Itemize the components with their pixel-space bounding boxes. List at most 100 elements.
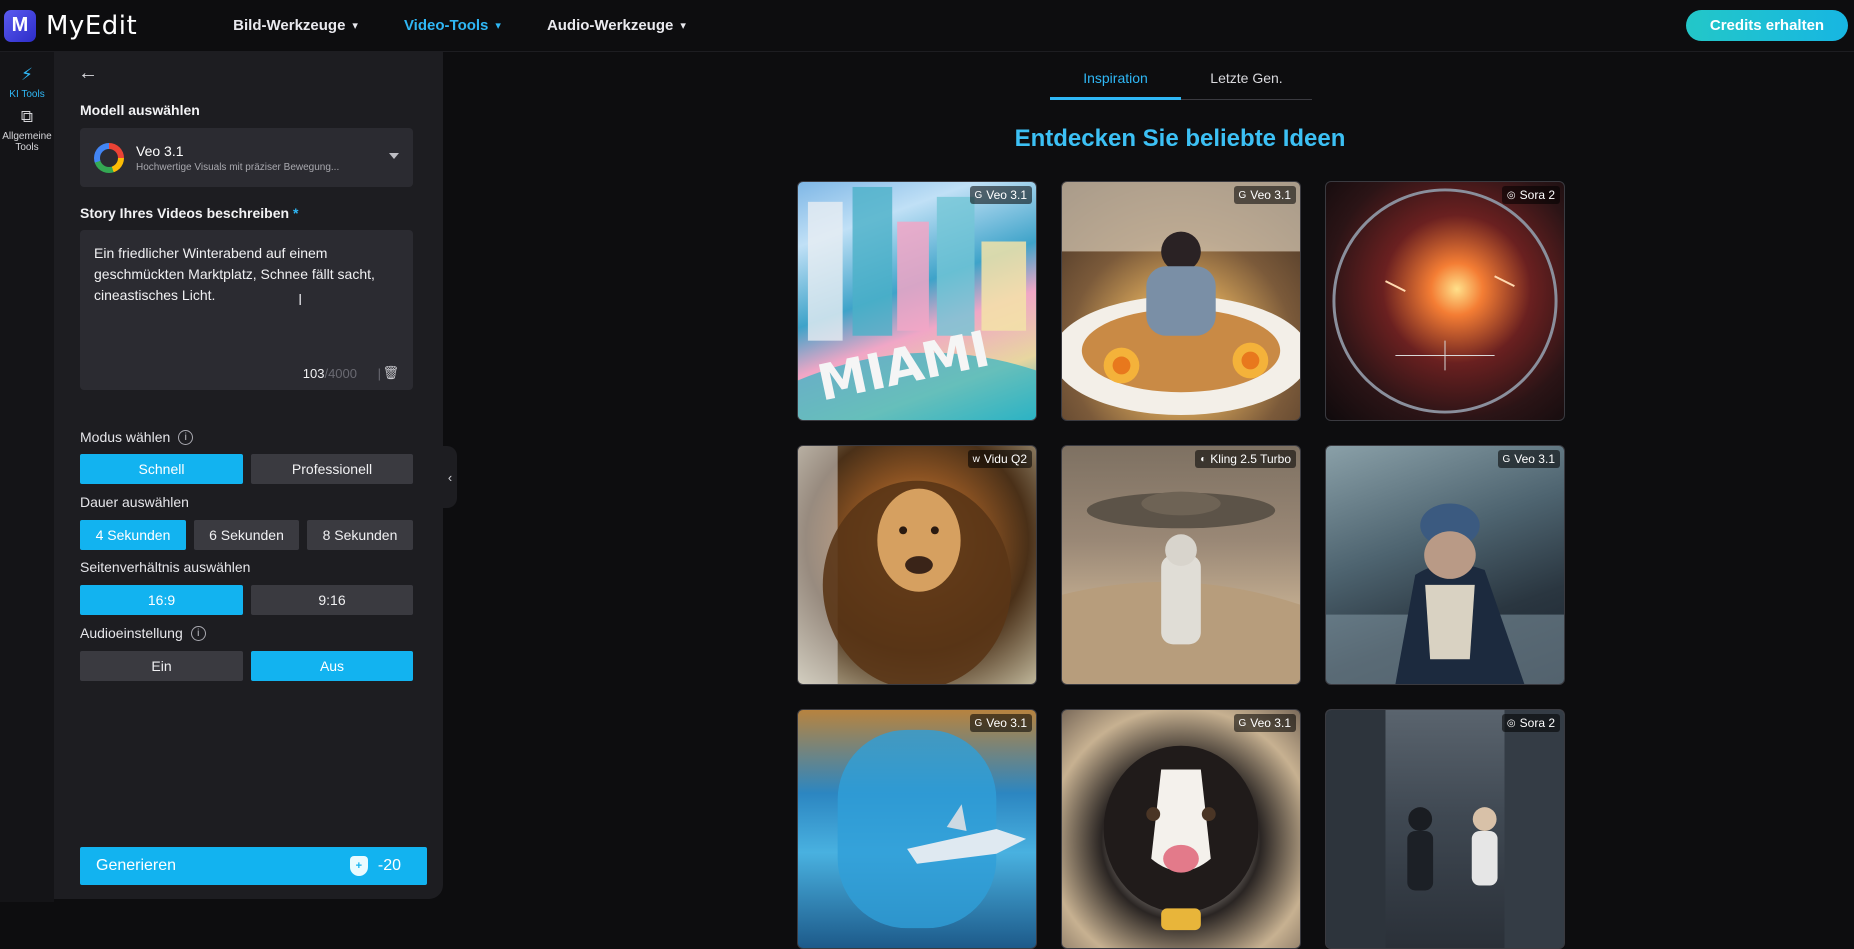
google-logo-icon: G <box>1502 453 1511 465</box>
card-thumbnail: MIAMI <box>798 186 1036 420</box>
inspiration-card[interactable]: ◐ Kling 2.5 Turbo <box>1061 445 1301 685</box>
chevron-down-icon: ▾ <box>352 20 358 32</box>
nav-image-tools-label: Bild-Werkzeuge <box>233 17 346 34</box>
model-badge: G Veo 3.1 <box>1233 186 1296 204</box>
character-counter: 103/4000 <box>303 366 357 381</box>
audio-on-button[interactable]: Ein <box>80 651 243 681</box>
rail-item-ai-tools[interactable]: ⚡ KI Tools <box>0 52 54 101</box>
required-mark: * <box>292 205 299 221</box>
back-arrow-icon[interactable]: ← <box>78 62 98 85</box>
model-badge-label: Sora 2 <box>1519 716 1555 730</box>
openai-logo-icon: ◎ <box>1506 189 1516 201</box>
model-badge: G Veo 3.1 <box>969 186 1032 204</box>
card-thumbnail <box>798 446 1012 684</box>
aspect-ratio-options: 16:9 9:16 <box>80 585 413 615</box>
google-logo-icon <box>94 142 124 173</box>
story-textarea[interactable]: Ein friedlicher Winterabend auf einem ge… <box>80 230 413 390</box>
mode-label-text: Modus wählen <box>80 429 171 445</box>
trash-icon[interactable]: 🗑 <box>382 365 399 381</box>
audio-label: Audioeinstellung i <box>80 625 206 641</box>
audio-off-button[interactable]: Aus <box>251 651 413 681</box>
model-badge-label: Vidu Q2 <box>983 452 1027 466</box>
app-logo[interactable]: M MyEdit <box>4 9 138 42</box>
model-badge-label: Sora 2 <box>1519 188 1555 202</box>
duration-6s-button[interactable]: 6 Sekunden <box>194 520 299 550</box>
generate-cost-value: -20 <box>377 857 401 874</box>
main-nav: Bild-Werkzeuge ▾ Video-Tools ▾ Audio-Wer… <box>233 17 732 34</box>
nav-video-tools[interactable]: Video-Tools ▾ <box>404 17 501 34</box>
model-label: Modell auswählen <box>80 102 200 118</box>
model-badge: ◎ Sora 2 <box>1501 714 1560 732</box>
counter-separator: | <box>377 366 381 381</box>
aspect-ratio-label: Seitenverhältnis auswählen <box>80 559 251 575</box>
info-icon[interactable]: i <box>190 625 206 641</box>
content-tabs: Inspiration Letzte Gen. <box>1050 56 1312 100</box>
rail-item-general-tools-label: Allgemeine Tools <box>2 131 52 153</box>
magic-wand-icon: ⚡ <box>21 65 33 84</box>
caret-down-icon <box>389 153 399 159</box>
model-badge-label: Veo 3.1 <box>1514 452 1555 466</box>
inspiration-card[interactable]: G Veo 3.1 <box>797 709 1037 949</box>
nav-audio-tools[interactable]: Audio-Werkzeuge ▾ <box>547 17 686 34</box>
model-description: Hochwertige Visuals mit präziser Bewegun… <box>136 161 340 173</box>
openai-logo-icon: ◎ <box>1506 717 1516 729</box>
ratio-9-16-button[interactable]: 9:16 <box>251 585 413 615</box>
chevron-left-icon: ‹ <box>447 469 453 485</box>
model-badge: w Vidu Q2 <box>967 450 1032 468</box>
myedit-logo-icon: M <box>4 9 36 42</box>
credit-shield-icon: + <box>349 856 368 876</box>
nav-audio-tools-label: Audio-Werkzeuge <box>546 17 674 34</box>
card-thumbnail <box>1062 491 1300 684</box>
app-name: MyEdit <box>46 10 138 41</box>
model-badge-label: Veo 3.1 <box>1250 188 1291 202</box>
google-logo-icon: G <box>1238 189 1247 201</box>
model-badge: G Veo 3.1 <box>969 714 1032 732</box>
inspiration-card[interactable]: ◎ Sora 2 <box>1325 181 1565 421</box>
inspiration-card[interactable]: G Veo 3.1 <box>1061 709 1301 949</box>
char-count: 103 <box>302 366 325 381</box>
char-max: /4000 <box>324 366 357 381</box>
model-badge-label: Veo 3.1 <box>986 716 1027 730</box>
inspiration-card[interactable]: ◎ Sora 2 <box>1325 709 1565 949</box>
rail-item-general-tools[interactable]: ⧉ Allgemeine Tools <box>0 100 54 154</box>
rail-item-ai-tools-label: KI Tools <box>9 89 45 100</box>
generation-settings-panel: ← Modell auswählen Veo 3.1 Hochwertige V… <box>54 52 443 899</box>
get-credits-button[interactable]: Credits erhalten <box>1686 10 1848 41</box>
mode-options: Schnell Professionell <box>80 454 413 484</box>
duration-options: 4 Sekunden 6 Sekunden 8 Sekunden <box>80 520 413 550</box>
collapse-panel-handle[interactable]: ‹ <box>443 446 457 508</box>
left-tool-rail: ⚡ KI Tools ⧉ Allgemeine Tools <box>0 52 54 902</box>
inspiration-card[interactable]: MIAMI G Veo 3.1 <box>797 181 1037 421</box>
google-logo-icon: G <box>974 189 983 201</box>
audio-options: Ein Aus <box>80 651 413 681</box>
model-select[interactable]: Veo 3.1 Hochwertige Visuals mit präziser… <box>80 128 413 187</box>
inspiration-card[interactable]: G Veo 3.1 <box>1061 181 1301 421</box>
mode-fast-button[interactable]: Schnell <box>80 454 243 484</box>
model-badge: G Veo 3.1 <box>1233 714 1296 732</box>
google-logo-icon: G <box>1238 717 1247 729</box>
model-badge-label: Veo 3.1 <box>1250 716 1291 730</box>
tab-recent-generations[interactable]: Letzte Gen. <box>1181 56 1312 99</box>
generate-cost: + -20 <box>349 856 401 876</box>
chevron-down-icon: ▾ <box>495 20 501 32</box>
generate-button[interactable]: Generieren + -20 <box>80 847 427 885</box>
tab-inspiration[interactable]: Inspiration <box>1050 56 1181 100</box>
ratio-16-9-button[interactable]: 16:9 <box>80 585 243 615</box>
nav-image-tools[interactable]: Bild-Werkzeuge ▾ <box>233 17 358 34</box>
card-thumbnail <box>837 729 1027 929</box>
card-thumbnail <box>1332 188 1558 414</box>
inspiration-card[interactable]: w Vidu Q2 <box>797 445 1037 685</box>
story-text: Ein friedlicher Winterabend auf einem ge… <box>94 245 375 303</box>
duration-4s-button[interactable]: 4 Sekunden <box>80 520 186 550</box>
inspiration-card[interactable]: G Veo 3.1 <box>1325 445 1565 685</box>
card-thumbnail <box>1062 182 1300 416</box>
kling-logo-icon: ◐ <box>1200 453 1207 465</box>
duration-8s-button[interactable]: 8 Sekunden <box>307 520 413 550</box>
mode-professional-button[interactable]: Professionell <box>251 454 413 484</box>
nav-video-tools-label: Video-Tools <box>403 17 489 34</box>
info-icon[interactable]: i <box>178 429 194 445</box>
google-logo-icon: G <box>974 717 983 729</box>
mode-label: Modus wählen i <box>80 429 194 445</box>
vidu-logo-icon: w <box>972 453 980 465</box>
layers-icon: ⧉ <box>20 107 34 126</box>
